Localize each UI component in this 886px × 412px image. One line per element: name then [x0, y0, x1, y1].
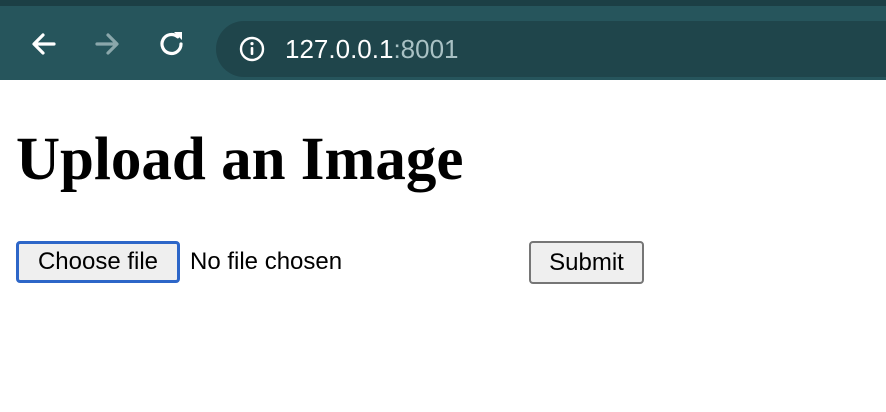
url-port: :8001	[393, 34, 459, 64]
reload-button[interactable]	[156, 28, 188, 60]
browser-toolbar: 127.0.0.1:8001	[0, 0, 886, 86]
url-host: 127.0.0.1	[285, 34, 394, 64]
choose-file-button[interactable]: Choose file	[16, 241, 180, 283]
info-circle-icon[interactable]	[239, 36, 265, 62]
back-button[interactable]	[28, 28, 60, 60]
forward-button[interactable]	[91, 28, 123, 60]
url-text: 127.0.0.1:8001	[285, 33, 459, 65]
arrow-right-icon	[95, 33, 119, 55]
reload-icon	[160, 32, 183, 56]
page-title: Upload an Image	[16, 126, 464, 193]
submit-button[interactable]: Submit	[529, 241, 644, 284]
file-status-label: No file chosen	[190, 248, 343, 275]
address-bar[interactable]: 127.0.0.1:8001	[216, 21, 886, 77]
arrow-left-icon	[32, 33, 56, 55]
page-content: Upload an Image Choose file No file chos…	[0, 80, 886, 412]
